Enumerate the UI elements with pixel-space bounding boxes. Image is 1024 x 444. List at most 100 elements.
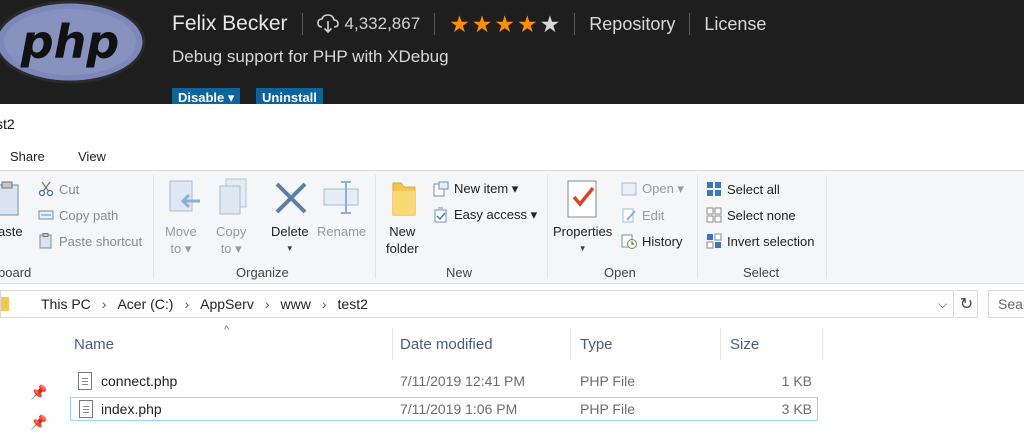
rating-stars[interactable]: ★ ★ ★ ★ ★: [449, 10, 561, 37]
refresh-icon[interactable]: ↻: [956, 290, 978, 318]
license-link[interactable]: License: [704, 14, 766, 35]
divider: [574, 13, 576, 35]
tab-share[interactable]: Share: [10, 149, 45, 164]
invert-selection-label: Invert selection: [727, 233, 815, 249]
chevron-right-icon[interactable]: ›: [322, 296, 327, 312]
properties-button[interactable]: Properties ▾: [553, 223, 612, 257]
breadcrumb-test2[interactable]: test2: [338, 296, 368, 312]
pin-icon[interactable]: 📌: [30, 384, 47, 401]
new-folder-button[interactable]: New folder: [386, 223, 419, 257]
new-item-button[interactable]: New item ▾: [433, 181, 518, 197]
search-input[interactable]: [989, 291, 1024, 317]
move-to-label: Move: [165, 224, 197, 239]
easy-access-button[interactable]: Easy access ▾: [433, 207, 537, 223]
breadcrumb-appserv[interactable]: AppServ: [200, 296, 254, 312]
pin-icon[interactable]: 📌: [30, 414, 47, 431]
open-label: Open ▾: [642, 181, 684, 196]
paste-shortcut-label: Paste shortcut: [59, 233, 143, 249]
column-header-date[interactable]: Date modified: [390, 328, 570, 360]
copy-path-button[interactable]: Copy path: [38, 207, 118, 223]
file-date: 7/11/2019 1:06 PM: [400, 401, 518, 417]
new-group-label: New: [446, 265, 473, 280]
chevron-down-icon: ▾: [287, 243, 293, 253]
star-filled-icon: ★: [494, 10, 516, 37]
divider: [375, 175, 376, 279]
select-all-icon: [707, 182, 721, 196]
star-filled-icon: ★: [517, 10, 538, 37]
chevron-down-icon: ▾: [580, 243, 585, 253]
disable-button[interactable]: Disable ▾: [172, 88, 241, 104]
file-type: PHP File: [580, 373, 635, 389]
select-none-label: Select none: [727, 207, 796, 223]
edit-icon: [622, 208, 636, 223]
divider: [826, 175, 827, 279]
paste-shortcut-button[interactable]: Paste shortcut: [38, 233, 142, 249]
php-file-icon: [79, 400, 93, 418]
column-header-size[interactable]: Size: [720, 328, 822, 360]
cut-button[interactable]: Cut: [38, 181, 79, 197]
clipboard-group-label: board: [0, 265, 32, 280]
file-size: 1 KB: [781, 373, 812, 389]
paste-button[interactable]: aste: [0, 223, 23, 240]
new-item-label: New item ▾: [454, 181, 519, 196]
star-empty-icon: ★: [539, 10, 561, 37]
rename-button[interactable]: Rename: [317, 223, 366, 240]
folder-icon: [1, 297, 9, 311]
select-group-label: Select: [743, 265, 780, 280]
invert-selection-button[interactable]: Invert selection: [706, 233, 814, 249]
copy-to-icon: [219, 178, 247, 215]
open-icon: [621, 182, 637, 196]
easy-access-icon: [434, 207, 447, 223]
edit-label: Edit: [642, 207, 665, 223]
new-folder-sublabel: folder: [386, 241, 419, 256]
history-icon: [621, 234, 637, 249]
history-label: History: [642, 233, 683, 249]
php-logo: php: [0, 0, 146, 84]
edit-button[interactable]: Edit: [621, 207, 664, 223]
properties-label: Properties: [553, 224, 613, 239]
table-row[interactable]: connect.php 7/11/2019 12:41 PM PHP File …: [70, 370, 818, 394]
select-all-button[interactable]: Select all: [706, 181, 780, 197]
ribbon-tabs: Share View: [0, 144, 1024, 170]
chevron-down-icon[interactable]: ⌵: [938, 297, 947, 312]
uninstall-button[interactable]: Uninstall: [256, 88, 323, 104]
tab-view[interactable]: View: [78, 149, 106, 164]
move-to-icon: [169, 180, 200, 212]
extension-header: php Felix Becker 4,332,867 ★ ★ ★ ★ ★ Reposit…: [0, 0, 1024, 104]
address-bar[interactable]: This PC › Acer (C:) › AppServ › www › te…: [0, 290, 954, 318]
select-none-button[interactable]: Select none: [706, 207, 796, 223]
new-folder-icon: [392, 182, 416, 216]
scissors-icon: [38, 181, 54, 197]
chevron-right-icon[interactable]: ›: [265, 296, 270, 312]
divider: [547, 175, 548, 279]
file-list: ^ Name Date modified Type Size connect.p…: [64, 320, 1024, 444]
open-group-label: Open: [604, 265, 636, 280]
invert-selection-icon: [706, 233, 722, 249]
publisher-name[interactable]: Felix Becker: [172, 12, 288, 36]
table-row[interactable]: index.php 7/11/2019 1:06 PM PHP File 3 K…: [70, 397, 818, 421]
search-box[interactable]: [988, 290, 1024, 318]
chevron-right-icon[interactable]: ›: [102, 296, 107, 312]
breadcrumb-www[interactable]: www: [281, 296, 311, 312]
divider: [301, 13, 303, 35]
cloud-download-icon: [316, 14, 339, 34]
history-button[interactable]: History: [621, 233, 682, 249]
address-row: This PC › Acer (C:) › AppServ › www › te…: [0, 290, 1024, 320]
move-to-button[interactable]: Move to ▾: [165, 223, 197, 257]
select-none-icon: [706, 207, 722, 223]
php-logo-text: php: [20, 15, 120, 69]
divider: [153, 175, 154, 279]
breadcrumb-this-pc[interactable]: This PC: [41, 296, 91, 312]
delete-button[interactable]: Delete ▾: [271, 223, 309, 257]
repository-link[interactable]: Repository: [589, 14, 675, 35]
column-header-type[interactable]: Type: [570, 328, 720, 360]
copy-to-button[interactable]: Copy to ▾: [216, 223, 246, 257]
divider[interactable]: [822, 328, 823, 360]
delete-label: Delete: [271, 224, 309, 239]
open-button[interactable]: Open ▾: [621, 181, 684, 197]
chevron-right-icon[interactable]: ›: [184, 296, 189, 312]
easy-access-label: Easy access ▾: [454, 207, 538, 222]
breadcrumb-acer-c[interactable]: Acer (C:): [117, 296, 173, 312]
column-header-name[interactable]: Name: [64, 328, 392, 360]
window-title: st2: [0, 116, 15, 132]
